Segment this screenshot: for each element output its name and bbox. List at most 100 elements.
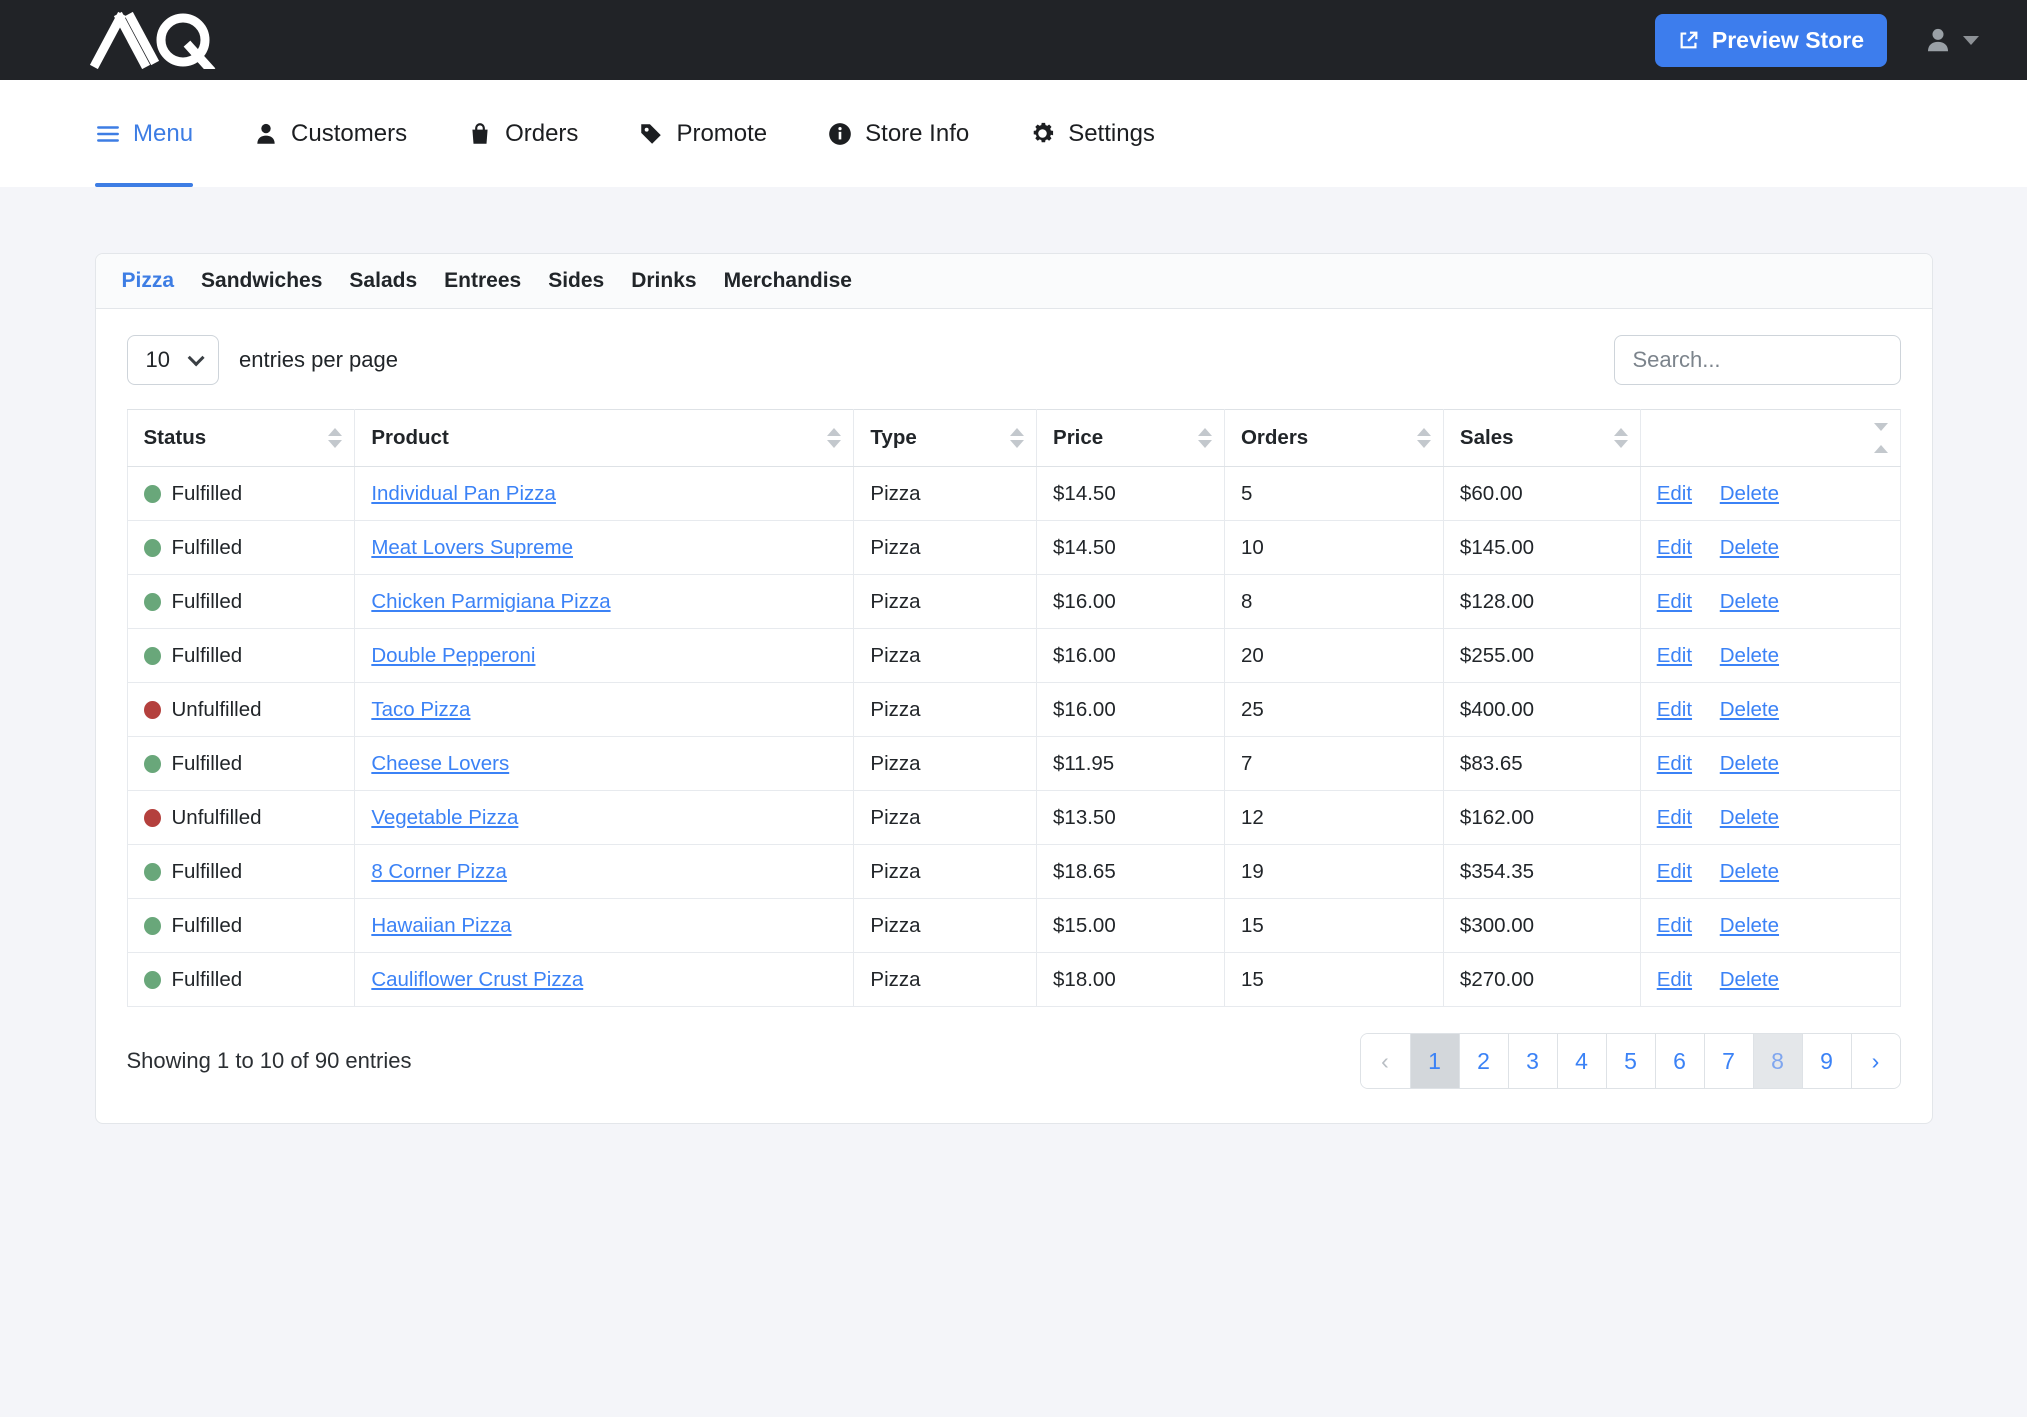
sales-cell: $145.00: [1443, 521, 1640, 575]
delete-link[interactable]: Delete: [1720, 644, 1779, 667]
delete-link[interactable]: Delete: [1720, 968, 1779, 991]
user-menu[interactable]: [1923, 25, 1979, 55]
edit-link[interactable]: Edit: [1657, 698, 1692, 721]
showing-entries-text: Showing 1 to 10 of 90 entries: [127, 1048, 412, 1074]
tab-entrees[interactable]: Entrees: [444, 269, 521, 293]
orders-cell: 7: [1224, 737, 1443, 791]
status-dot-icon: [144, 917, 161, 935]
type-cell: Pizza: [854, 575, 1037, 629]
nav-item-menu[interactable]: Menu: [95, 80, 193, 187]
products-table: Status Product Type Price Orders Sales F…: [127, 409, 1901, 1007]
tab-merchandise[interactable]: Merchandise: [724, 269, 852, 293]
delete-link[interactable]: Delete: [1720, 590, 1779, 613]
entries-per-page-label: entries per page: [239, 347, 398, 373]
orders-cell: 10: [1224, 521, 1443, 575]
delete-link[interactable]: Delete: [1720, 806, 1779, 829]
sort-icon: [1010, 428, 1024, 448]
sort-icon: [827, 428, 841, 448]
pagination-page-5[interactable]: 5: [1606, 1034, 1655, 1088]
product-link[interactable]: Chicken Parmigiana Pizza: [371, 590, 610, 613]
edit-link[interactable]: Edit: [1657, 752, 1692, 775]
nav-item-store-info[interactable]: Store Info: [827, 80, 969, 187]
pagination-page-4[interactable]: 4: [1557, 1034, 1606, 1088]
product-cell: Individual Pan Pizza: [355, 467, 854, 521]
edit-link[interactable]: Edit: [1657, 536, 1692, 559]
product-link[interactable]: Taco Pizza: [371, 698, 470, 721]
product-cell: Vegetable Pizza: [355, 791, 854, 845]
tab-salads[interactable]: Salads: [349, 269, 417, 293]
edit-link[interactable]: Edit: [1657, 644, 1692, 667]
column-header-sales[interactable]: Sales: [1443, 410, 1640, 467]
sort-icon: [1198, 428, 1212, 448]
pagination-page-3[interactable]: 3: [1508, 1034, 1557, 1088]
price-cell: $14.50: [1037, 467, 1225, 521]
product-cell: Meat Lovers Supreme: [355, 521, 854, 575]
edit-link[interactable]: Edit: [1657, 914, 1692, 937]
type-cell: Pizza: [854, 629, 1037, 683]
product-link[interactable]: Vegetable Pizza: [371, 806, 518, 829]
tab-drinks[interactable]: Drinks: [631, 269, 696, 293]
type-cell: Pizza: [854, 521, 1037, 575]
type-cell: Pizza: [854, 845, 1037, 899]
product-link[interactable]: Cauliflower Crust Pizza: [371, 968, 583, 991]
product-cell: 8 Corner Pizza: [355, 845, 854, 899]
product-link[interactable]: Individual Pan Pizza: [371, 482, 556, 505]
preview-store-button[interactable]: Preview Store: [1655, 14, 1887, 67]
orders-cell: 25: [1224, 683, 1443, 737]
edit-link[interactable]: Edit: [1657, 590, 1692, 613]
type-cell: Pizza: [854, 899, 1037, 953]
pagination-page-2[interactable]: 2: [1459, 1034, 1508, 1088]
column-label: Price: [1053, 426, 1103, 449]
page-size-select[interactable]: 10: [127, 335, 219, 385]
nav-item-settings[interactable]: Settings: [1029, 80, 1155, 187]
delete-link[interactable]: Delete: [1720, 482, 1779, 505]
status-cell: Fulfilled: [127, 737, 355, 791]
tab-pizza[interactable]: Pizza: [122, 269, 175, 293]
edit-link[interactable]: Edit: [1657, 968, 1692, 991]
price-cell: $14.50: [1037, 521, 1225, 575]
logo-icon: [90, 11, 218, 69]
column-header-product[interactable]: Product: [355, 410, 854, 467]
actions-cell: Edit Delete: [1640, 575, 1900, 629]
product-link[interactable]: 8 Corner Pizza: [371, 860, 507, 883]
delete-link[interactable]: Delete: [1720, 698, 1779, 721]
pagination-page-8[interactable]: 8: [1753, 1034, 1802, 1088]
delete-link[interactable]: Delete: [1720, 752, 1779, 775]
column-header-actions[interactable]: [1640, 410, 1900, 467]
nav-item-customers[interactable]: Customers: [253, 80, 407, 187]
edit-link[interactable]: Edit: [1657, 806, 1692, 829]
nav-item-label: Store Info: [865, 120, 969, 148]
product-link[interactable]: Double Pepperoni: [371, 644, 535, 667]
product-link[interactable]: Hawaiian Pizza: [371, 914, 511, 937]
table-row: Unfulfilled Vegetable Pizza Pizza $13.50…: [127, 791, 1900, 845]
edit-link[interactable]: Edit: [1657, 482, 1692, 505]
edit-link[interactable]: Edit: [1657, 860, 1692, 883]
pagination-page-1[interactable]: 1: [1410, 1034, 1459, 1088]
delete-link[interactable]: Delete: [1720, 914, 1779, 937]
pagination-page-6[interactable]: 6: [1655, 1034, 1704, 1088]
card-body: 10 entries per page Status Product Type …: [96, 309, 1932, 1123]
pagination-page-9[interactable]: 9: [1802, 1034, 1851, 1088]
column-header-type[interactable]: Type: [854, 410, 1037, 467]
product-link[interactable]: Meat Lovers Supreme: [371, 536, 573, 559]
nav-item-promote[interactable]: Promote: [638, 80, 767, 187]
column-header-orders[interactable]: Orders: [1224, 410, 1443, 467]
column-header-status[interactable]: Status: [127, 410, 355, 467]
store-logo[interactable]: [90, 11, 218, 69]
column-header-price[interactable]: Price: [1037, 410, 1225, 467]
product-link[interactable]: Cheese Lovers: [371, 752, 509, 775]
pagination-page-7[interactable]: 7: [1704, 1034, 1753, 1088]
delete-link[interactable]: Delete: [1720, 860, 1779, 883]
tab-sides[interactable]: Sides: [548, 269, 604, 293]
sales-cell: $354.35: [1443, 845, 1640, 899]
orders-cell: 19: [1224, 845, 1443, 899]
table-row: Fulfilled Cheese Lovers Pizza $11.95 7 $…: [127, 737, 1900, 791]
tab-sandwiches[interactable]: Sandwiches: [201, 269, 322, 293]
search-input[interactable]: [1614, 335, 1901, 385]
delete-link[interactable]: Delete: [1720, 536, 1779, 559]
price-cell: $16.00: [1037, 629, 1225, 683]
nav-item-orders[interactable]: Orders: [467, 80, 578, 187]
status-cell: Fulfilled: [127, 467, 355, 521]
pagination-next[interactable]: ›: [1851, 1034, 1900, 1088]
info-circle-icon: [827, 121, 853, 147]
